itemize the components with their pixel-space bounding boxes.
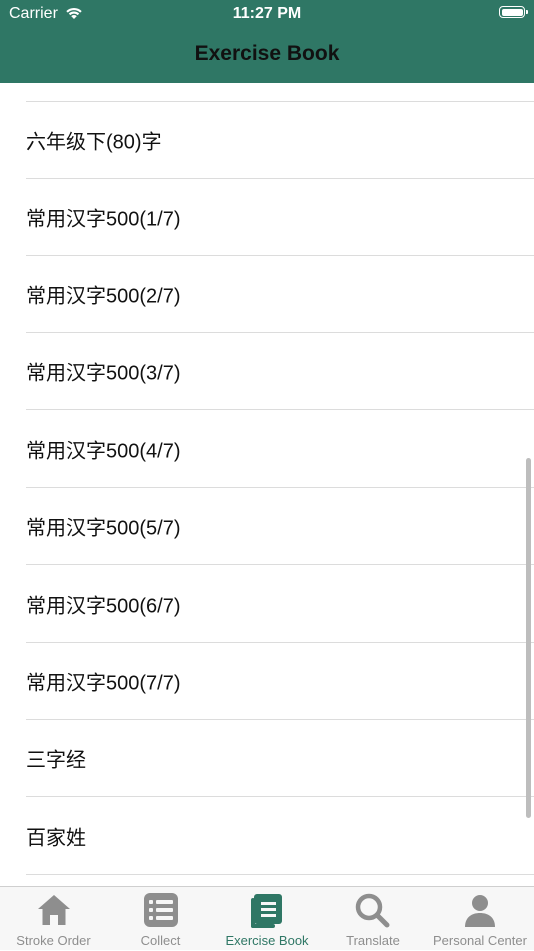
search-icon [355,893,390,928]
tab-label: Collect [140,933,181,948]
tab-exercise-book[interactable]: Exercise Book [214,887,320,951]
list-item[interactable]: 常用汉字500(1/7) [26,179,534,256]
list-item-label: 百家姓 [26,827,86,850]
list-item-partial[interactable] [26,83,534,102]
list-item-label: 常用汉字500(2/7) [26,285,181,308]
list-item-label: 常用汉字500(3/7) [26,362,181,385]
exercise-list[interactable]: 六年级下(80)字 常用汉字500(1/7) 常用汉字500(2/7) 常用汉字… [0,83,534,886]
list-item[interactable]: 常用汉字500(5/7) [26,488,534,565]
list-item[interactable]: 常用汉字500(2/7) [26,256,534,333]
list-item-label: 常用汉字500(4/7) [26,440,181,463]
list-item-label: 三字经 [26,749,86,772]
list-item-label: 常用汉字500(7/7) [26,672,181,695]
tab-label: Translate [346,933,400,948]
tab-translate[interactable]: Translate [320,887,426,951]
list-item-label: 常用汉字500(1/7) [26,208,181,231]
tab-stroke-order[interactable]: Stroke Order [0,887,107,951]
scrollbar[interactable] [526,458,531,818]
list-item-label: 六年级下(80)字 [26,131,162,154]
tab-label: Personal Center [433,933,527,948]
tab-label: Stroke Order [16,933,91,948]
tab-collect[interactable]: Collect [107,887,214,951]
list-item[interactable]: 常用汉字500(6/7) [26,566,534,643]
list-item[interactable]: 常用汉字500(3/7) [26,333,534,410]
tab-label: Exercise Book [225,933,309,948]
list-item[interactable]: 常用汉字500(7/7) [26,643,534,720]
list-item[interactable]: 常用汉字500(4/7) [26,411,534,488]
list-item-label: 常用汉字500(6/7) [26,595,181,618]
list-icon [143,893,178,927]
person-icon [465,895,495,927]
battery-icon [499,6,528,18]
status-bar: Carrier 11:27 PM [0,0,534,28]
header: Carrier 11:27 PM Exercise Book [0,0,534,83]
clock: 11:27 PM [232,5,302,22]
list-item[interactable]: 六年级下(80)字 [26,102,534,179]
home-icon [37,895,70,925]
tab-personal-center[interactable]: Personal Center [426,887,534,951]
list-item-label: 常用汉字500(5/7) [26,517,181,540]
list-item[interactable]: 三字经 [26,720,534,797]
page-title: Exercise Book [194,42,340,65]
list-item[interactable]: 百家姓 [26,798,534,875]
book-icon [251,894,282,928]
tab-bar: Stroke Order Collect Exercise Book Trans… [0,886,534,950]
